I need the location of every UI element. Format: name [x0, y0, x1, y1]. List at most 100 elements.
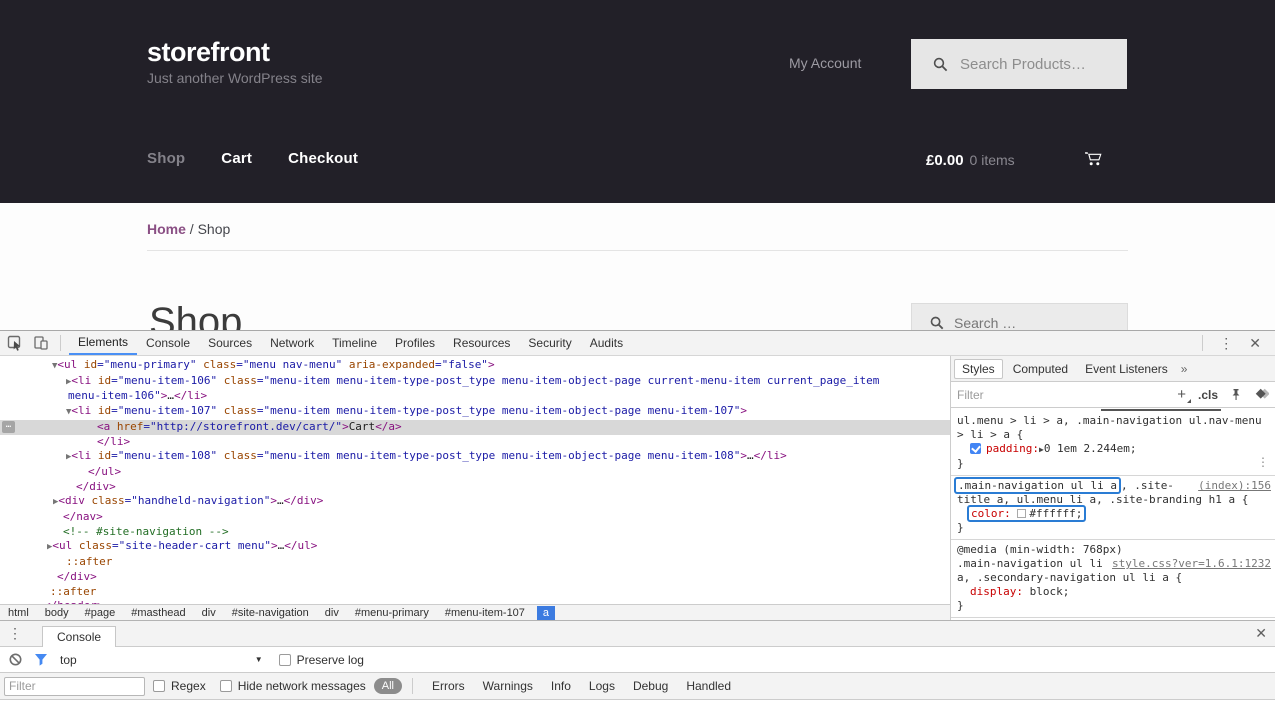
- devtools-menu-icon[interactable]: ⋮: [1211, 335, 1241, 352]
- console-filter-input[interactable]: [4, 677, 145, 696]
- devtools-tab-network[interactable]: Network: [261, 331, 323, 355]
- tree-row[interactable]: ▶<div class="handheld-navigation">…</div…: [0, 494, 950, 510]
- devtools-toolbar: ElementsConsoleSourcesNetworkTimelinePro…: [0, 331, 1275, 356]
- tree-row[interactable]: ▶<ul class="site-header-cart menu">…</ul…: [0, 539, 950, 555]
- level-filter-handled[interactable]: Handled: [677, 679, 740, 693]
- drawer-tab-console[interactable]: Console: [42, 626, 116, 647]
- toolbar-separator: [60, 335, 61, 351]
- devtools-tab-profiles[interactable]: Profiles: [386, 331, 444, 355]
- tag-token: >: [740, 449, 747, 462]
- attr-value-token: ="menu-item-106": [111, 374, 217, 387]
- tree-row[interactable]: ▼<ul id="menu-primary" class="menu nav-m…: [0, 358, 950, 374]
- tree-row[interactable]: </div>: [0, 570, 950, 585]
- site-title[interactable]: storefront: [147, 37, 270, 68]
- tree-row[interactable]: ::after: [0, 585, 950, 600]
- tree-row[interactable]: <!-- #site-navigation -->: [0, 525, 950, 540]
- tree-row[interactable]: ▶<li id="menu-item-108" class="menu-item…: [0, 449, 950, 465]
- devtools-tab-security[interactable]: Security: [519, 331, 580, 355]
- level-filter-logs[interactable]: Logs: [580, 679, 624, 693]
- devtools-tab-elements[interactable]: Elements: [69, 331, 137, 355]
- level-filter-errors[interactable]: Errors: [423, 679, 474, 693]
- dom-crumb-menu-item-107[interactable]: #menu-item-107: [437, 607, 533, 619]
- css-rule[interactable]: (index):156.main-navigation ul li a, .si…: [951, 476, 1275, 540]
- device-toolbar-icon[interactable]: [30, 333, 52, 353]
- execution-context-selector[interactable]: top ▼: [60, 653, 263, 667]
- tree-row[interactable]: </nav>: [0, 510, 950, 525]
- devtools-tab-console[interactable]: Console: [137, 331, 199, 355]
- clear-console-icon[interactable]: [4, 650, 26, 670]
- tree-row[interactable]: ▼<li id="menu-item-107" class="menu-item…: [0, 404, 950, 420]
- preserve-log-checkbox[interactable]: [279, 654, 291, 666]
- context-label: top: [60, 653, 77, 667]
- stylesheet-link[interactable]: (index):156: [1198, 479, 1271, 493]
- devtools-tab-resources[interactable]: Resources: [444, 331, 519, 355]
- dom-crumb-div[interactable]: div: [194, 607, 224, 619]
- new-style-rule-icon[interactable]: +: [1177, 386, 1186, 403]
- tree-row[interactable]: </ul>: [0, 465, 950, 480]
- property-name: padding:: [986, 442, 1039, 455]
- row-overflow-dots[interactable]: …: [2, 421, 15, 433]
- nav-item-shop[interactable]: Shop: [147, 150, 185, 167]
- css-rule[interactable]: @media (min-width: 768px) style.css?ver=…: [951, 540, 1275, 618]
- more-tabs-icon[interactable]: »: [1181, 362, 1188, 376]
- styles-tab-styles[interactable]: Styles: [954, 359, 1003, 379]
- dom-crumb-site-navigation[interactable]: #site-navigation: [224, 607, 317, 619]
- content-search-input[interactable]: [954, 315, 1104, 330]
- stylesheet-link[interactable]: style.css?ver=1.6.1:1232: [1112, 557, 1271, 571]
- breadcrumb-home-link[interactable]: Home: [147, 221, 186, 237]
- level-filter-all[interactable]: All: [374, 678, 402, 694]
- dom-crumb-a[interactable]: a: [537, 606, 555, 620]
- dom-crumb-body[interactable]: body: [37, 607, 77, 619]
- rule-overflow-icon[interactable]: ⋮: [1257, 455, 1269, 469]
- css-declaration[interactable]: color: #ffffff;: [957, 507, 1271, 521]
- level-filter-info[interactable]: Info: [542, 679, 580, 693]
- attr-name-token: id: [91, 449, 111, 462]
- tree-row-selected[interactable]: …<a href="http://storefront.dev/cart/">C…: [0, 420, 950, 435]
- dom-crumb-masthead[interactable]: #masthead: [123, 607, 193, 619]
- styles-tab-computed[interactable]: Computed: [1006, 360, 1075, 378]
- dom-crumb-page[interactable]: #page: [77, 607, 124, 619]
- dom-crumb-menu-primary[interactable]: #menu-primary: [347, 607, 437, 619]
- cart-icon[interactable]: [1085, 151, 1103, 172]
- inspect-element-icon[interactable]: [4, 333, 26, 353]
- filter-funnel-icon[interactable]: [30, 650, 52, 670]
- tree-row[interactable]: </li>: [0, 435, 950, 450]
- tree-row[interactable]: ▶<li id="menu-item-106" class="menu-item…: [0, 374, 950, 390]
- header-search[interactable]: [911, 39, 1127, 89]
- devtools-tab-timeline[interactable]: Timeline: [323, 331, 386, 355]
- dom-crumb-div[interactable]: div: [317, 607, 347, 619]
- level-filter-warnings[interactable]: Warnings: [474, 679, 542, 693]
- cart-summary[interactable]: £0.000 items: [926, 152, 1015, 169]
- hide-network-label: Hide network messages: [238, 679, 366, 693]
- css-rule[interactable]: ul.menu > li > a, .main-navigation ul.na…: [951, 411, 1275, 476]
- nav-item-cart[interactable]: Cart: [221, 150, 252, 167]
- regex-checkbox[interactable]: [153, 680, 165, 692]
- color-swatch[interactable]: [1017, 509, 1026, 518]
- header-search-input[interactable]: [960, 56, 1120, 73]
- element-state-icon[interactable]: [1254, 388, 1269, 401]
- content-search[interactable]: [911, 303, 1128, 330]
- dom-crumb-html[interactable]: html: [0, 607, 37, 619]
- hide-network-checkbox[interactable]: [220, 680, 232, 692]
- styles-filter-input[interactable]: [957, 388, 1107, 402]
- tree-row[interactable]: menu-item-106">…</li>: [0, 389, 950, 404]
- tree-row[interactable]: ::after: [0, 555, 950, 570]
- nav-item-checkout[interactable]: Checkout: [288, 150, 358, 167]
- my-account-link[interactable]: My Account: [789, 55, 861, 71]
- devtools-tab-sources[interactable]: Sources: [199, 331, 261, 355]
- rule-close-brace: }: [957, 599, 1271, 613]
- tag-token: </div>: [76, 480, 116, 493]
- styles-tab-event-listeners[interactable]: Event Listeners: [1078, 360, 1175, 378]
- css-declaration[interactable]: display: block;: [957, 585, 1271, 599]
- devtools-close-icon[interactable]: ✕: [1241, 335, 1269, 352]
- declaration-checkbox-checked[interactable]: [970, 443, 981, 454]
- pin-icon[interactable]: [1230, 388, 1242, 401]
- toggle-class-icon[interactable]: .cls: [1198, 388, 1218, 402]
- level-filter-debug[interactable]: Debug: [624, 679, 677, 693]
- search-icon: [933, 57, 948, 72]
- drawer-menu-icon[interactable]: ⋮: [0, 625, 30, 642]
- devtools-tab-audits[interactable]: Audits: [581, 331, 632, 355]
- drawer-close-icon[interactable]: ✕: [1247, 625, 1275, 642]
- css-declaration[interactable]: padding:▶0 1em 2.244em;: [957, 442, 1271, 457]
- tree-row[interactable]: </div>: [0, 480, 950, 495]
